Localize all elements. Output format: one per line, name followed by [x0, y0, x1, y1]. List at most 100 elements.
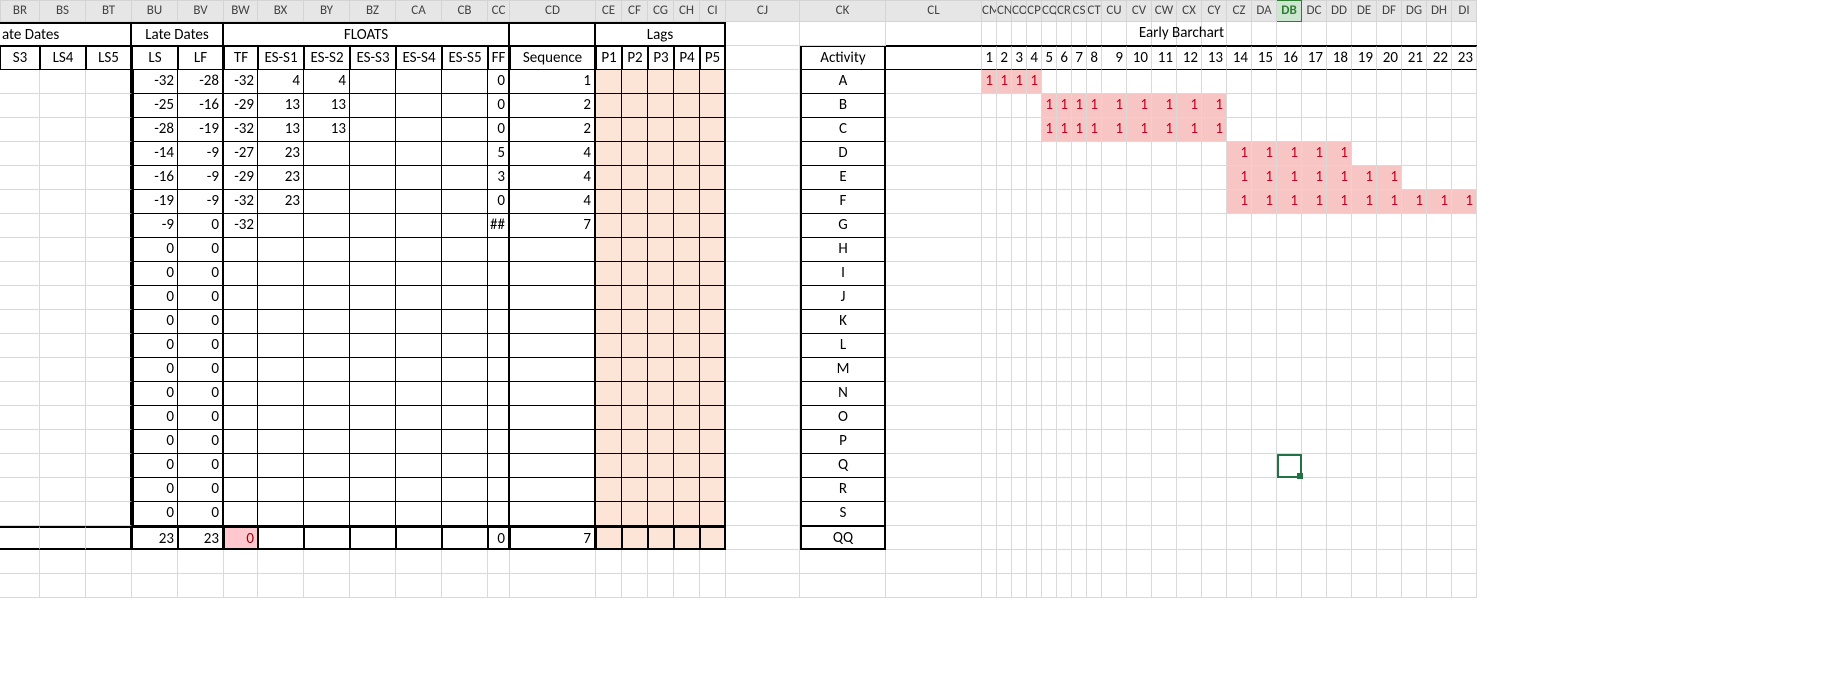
cell-CS-6[interactable]: [1072, 166, 1087, 190]
cell-BW-4[interactable]: -32: [224, 118, 258, 142]
cell-DC-1[interactable]: 17: [1302, 46, 1327, 70]
cell-DI-16[interactable]: [1452, 406, 1477, 430]
cell-BX-21[interactable]: [258, 526, 304, 550]
cell-BX-20[interactable]: [258, 502, 304, 526]
cell-CN-23[interactable]: [997, 574, 1012, 598]
cell-BR-20[interactable]: [0, 502, 40, 526]
cell-DA-10[interactable]: [1252, 262, 1277, 286]
cell-CO-5[interactable]: [1012, 142, 1027, 166]
col-header-DE[interactable]: DE: [1352, 0, 1377, 22]
cell-CK-10[interactable]: I: [800, 262, 886, 286]
cell-DC-3[interactable]: [1302, 94, 1327, 118]
col-header-DI[interactable]: DI: [1452, 0, 1477, 22]
cell-DG-18[interactable]: [1402, 454, 1427, 478]
cell-CR-11[interactable]: [1057, 286, 1072, 310]
cell-CV-22[interactable]: [1127, 550, 1152, 574]
cell-CU-4[interactable]: 1: [1102, 118, 1127, 142]
cell-CN-9[interactable]: [997, 238, 1012, 262]
cell-BY-16[interactable]: [304, 406, 350, 430]
cell-CA-5[interactable]: [396, 142, 442, 166]
cell-BW-1[interactable]: TF: [224, 46, 258, 70]
cell-BW-2[interactable]: -32: [224, 70, 258, 94]
cell-CS-2[interactable]: [1072, 70, 1087, 94]
cell-BU-4[interactable]: -28: [132, 118, 178, 142]
cell-BY-13[interactable]: [304, 334, 350, 358]
cell-CD-22[interactable]: [510, 550, 596, 574]
cell-DG-19[interactable]: [1402, 478, 1427, 502]
cell-DD-1[interactable]: 18: [1327, 46, 1352, 70]
cell-CU-18[interactable]: [1102, 454, 1127, 478]
cell-BV-3[interactable]: -16: [178, 94, 224, 118]
cell-BX-13[interactable]: [258, 334, 304, 358]
cell-CG-22[interactable]: [648, 550, 674, 574]
col-header-DA[interactable]: DA: [1252, 0, 1277, 22]
cell-BW-0[interactable]: [224, 22, 258, 46]
cell-DF-11[interactable]: [1377, 286, 1402, 310]
cell-CG-6[interactable]: [648, 166, 674, 190]
cell-CC-20[interactable]: [488, 502, 510, 526]
cell-BW-21[interactable]: 0: [224, 526, 258, 550]
cell-CS-23[interactable]: [1072, 574, 1087, 598]
cell-CO-19[interactable]: [1012, 478, 1027, 502]
cell-BV-13[interactable]: 0: [178, 334, 224, 358]
cell-DE-23[interactable]: [1352, 574, 1377, 598]
cell-CZ-20[interactable]: [1227, 502, 1252, 526]
cell-CI-5[interactable]: [700, 142, 726, 166]
cell-DD-7[interactable]: 1: [1327, 190, 1352, 214]
cell-BX-4[interactable]: 13: [258, 118, 304, 142]
cell-CB-6[interactable]: [442, 166, 488, 190]
cell-CV-13[interactable]: [1127, 334, 1152, 358]
cell-DA-18[interactable]: [1252, 454, 1277, 478]
cell-DD-8[interactable]: [1327, 214, 1352, 238]
cell-CR-2[interactable]: [1057, 70, 1072, 94]
cell-CK-19[interactable]: R: [800, 478, 886, 502]
cell-CH-1[interactable]: P4: [674, 46, 700, 70]
cell-DD-6[interactable]: 1: [1327, 166, 1352, 190]
cell-CP-14[interactable]: [1027, 358, 1042, 382]
cell-CQ-10[interactable]: [1042, 262, 1057, 286]
cell-CO-0[interactable]: [1012, 22, 1027, 46]
cell-BV-8[interactable]: 0: [178, 214, 224, 238]
cell-DF-10[interactable]: [1377, 262, 1402, 286]
cell-CG-12[interactable]: [648, 310, 674, 334]
cell-BT-15[interactable]: [86, 382, 132, 406]
cell-BV-22[interactable]: [178, 550, 224, 574]
cell-CG-3[interactable]: [648, 94, 674, 118]
cell-DC-19[interactable]: [1302, 478, 1327, 502]
cell-CC-5[interactable]: 5: [488, 142, 510, 166]
cell-BV-0[interactable]: [178, 22, 224, 46]
cell-BT-14[interactable]: [86, 358, 132, 382]
cell-CX-6[interactable]: [1177, 166, 1202, 190]
cell-CN-2[interactable]: 1: [997, 70, 1012, 94]
cell-CC-12[interactable]: [488, 310, 510, 334]
cell-BZ-23[interactable]: [350, 574, 396, 598]
cell-CH-13[interactable]: [674, 334, 700, 358]
cell-BW-20[interactable]: [224, 502, 258, 526]
cell-DE-22[interactable]: [1352, 550, 1377, 574]
cell-DI-12[interactable]: [1452, 310, 1477, 334]
cell-BV-5[interactable]: -9: [178, 142, 224, 166]
cell-CG-17[interactable]: [648, 430, 674, 454]
cell-CU-20[interactable]: [1102, 502, 1127, 526]
cell-CS-19[interactable]: [1072, 478, 1087, 502]
cell-CE-5[interactable]: [596, 142, 622, 166]
cell-CQ-5[interactable]: [1042, 142, 1057, 166]
cell-BT-9[interactable]: [86, 238, 132, 262]
cell-DD-5[interactable]: 1: [1327, 142, 1352, 166]
cell-BW-19[interactable]: [224, 478, 258, 502]
cell-DE-10[interactable]: [1352, 262, 1377, 286]
cell-CX-13[interactable]: [1177, 334, 1202, 358]
cell-DI-6[interactable]: [1452, 166, 1477, 190]
cell-CE-22[interactable]: [596, 550, 622, 574]
cell-DD-15[interactable]: [1327, 382, 1352, 406]
cell-BY-12[interactable]: [304, 310, 350, 334]
cell-DE-6[interactable]: 1: [1352, 166, 1377, 190]
cell-CA-13[interactable]: [396, 334, 442, 358]
cell-DB-7[interactable]: 1: [1277, 190, 1302, 214]
cell-CA-7[interactable]: [396, 190, 442, 214]
cell-CD-8[interactable]: 7: [510, 214, 596, 238]
col-header-BS[interactable]: BS: [40, 0, 86, 22]
cell-DH-12[interactable]: [1427, 310, 1452, 334]
cell-CQ-7[interactable]: [1042, 190, 1057, 214]
cell-CM-17[interactable]: [982, 430, 997, 454]
